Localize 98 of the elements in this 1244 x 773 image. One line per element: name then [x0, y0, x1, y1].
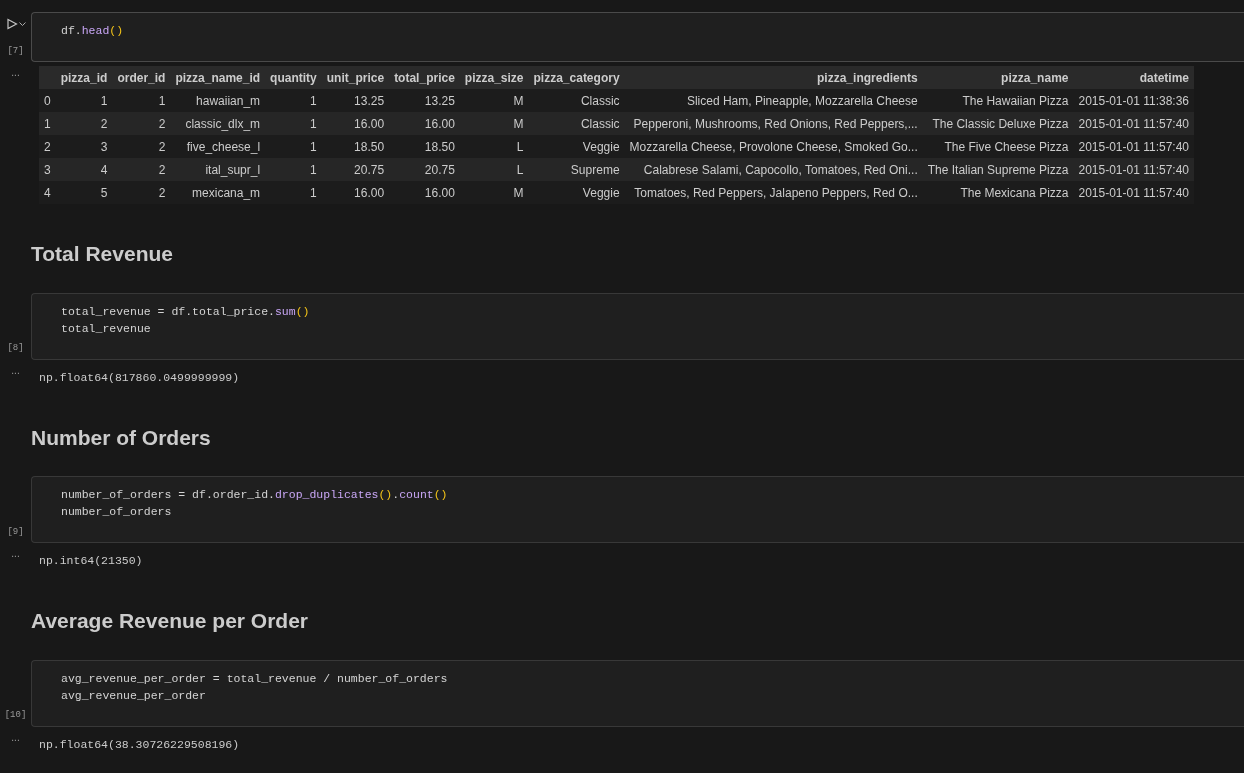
table-cell: 13.25: [321, 89, 390, 112]
chevron-down-icon[interactable]: [18, 21, 26, 27]
table-cell: The Classic Deluxe Pizza: [922, 112, 1074, 135]
table-cell: M: [459, 181, 529, 204]
table-cell: 2015-01-01 11:57:40: [1073, 135, 1194, 158]
output-marker[interactable]: ...: [11, 547, 20, 571]
table-cell: 1: [112, 89, 171, 112]
column-header: quantity: [265, 66, 322, 89]
table-cell: 2015-01-01 11:57:40: [1073, 181, 1194, 204]
table-cell: L: [459, 135, 529, 158]
table-cell: The Five Cheese Pizza: [922, 135, 1074, 158]
table-cell: 2: [112, 158, 171, 181]
table-cell: 1: [265, 112, 322, 135]
code-cell[interactable]: total_revenue = df.total_price.sum() total_revenue: [31, 292, 1244, 360]
table-cell: L: [459, 158, 529, 181]
column-header: pizza_size: [459, 66, 529, 89]
table-cell: 1: [265, 158, 322, 181]
column-header: total_price: [389, 66, 460, 89]
execution-count: [9]: [7, 525, 24, 539]
table-cell: The Italian Supreme Pizza: [922, 158, 1074, 181]
table-cell: The Mexicana Pizza: [922, 181, 1074, 204]
section-heading: Number of Orders: [31, 424, 212, 451]
table-cell: 20.75: [389, 158, 460, 181]
table-cell: 2015-01-01 11:57:40: [1073, 112, 1194, 135]
row-index: 1: [39, 112, 56, 135]
section-heading: Total Revenue: [31, 241, 174, 267]
execution-count: [7]: [7, 44, 24, 58]
table-cell: The Hawaiian Pizza: [922, 89, 1074, 112]
table-cell: 3: [55, 135, 113, 158]
column-header: order_id: [112, 66, 171, 89]
table-cell: 5: [55, 181, 113, 204]
code-line: number_of_orders = df.order_id.drop_duplicates().count(): [61, 487, 449, 503]
table-cell: classic_dlx_m: [170, 112, 266, 135]
column-header: pizza_name_id: [170, 66, 266, 89]
code-line: number_of_orders: [61, 504, 173, 520]
execution-count: [8]: [7, 342, 24, 355]
table-cell: 4: [55, 158, 113, 181]
column-header: pizza_category: [528, 66, 625, 89]
table-cell: 2015-01-01 11:38:36: [1073, 89, 1194, 112]
table-cell: 16.00: [321, 112, 390, 135]
table-cell: 13.25: [389, 89, 460, 112]
table-cell: Classic: [528, 112, 625, 135]
code-cell[interactable]: avg_revenue_per_order = total_revenue / number_of_orders avg_revenue_per_order: [31, 659, 1244, 727]
column-header: unit_price: [321, 66, 390, 89]
row-index: 0: [39, 89, 56, 112]
table-cell: 2: [112, 181, 171, 204]
table-cell: Classic: [528, 89, 625, 112]
output-text: np.int64(21350): [39, 554, 143, 567]
table-cell: 2015-01-01 11:57:40: [1073, 158, 1194, 181]
table-cell: 1: [265, 181, 322, 204]
column-header: pizza_id: [55, 66, 113, 89]
table-cell: 1: [265, 89, 322, 112]
column-header: pizza_name: [922, 66, 1074, 89]
table-cell: ital_supr_l: [170, 158, 266, 181]
code-line: avg_revenue_per_order: [61, 687, 207, 704]
table-cell: Veggie: [528, 135, 625, 158]
run-icon[interactable]: [5, 18, 18, 30]
table-cell: 18.50: [321, 135, 390, 158]
code-cell[interactable]: df.head(): [31, 12, 1244, 62]
table-cell: five_cheese_l: [170, 135, 266, 158]
code-cell[interactable]: number_of_orders = df.order_id.drop_duplicates().count() number_of_orders: [31, 476, 1244, 543]
table-cell: 1: [55, 89, 113, 112]
table-cell: 16.00: [321, 181, 390, 204]
table-cell: Mozzarella Cheese, Provolone Cheese, Smoked Go...: [624, 135, 923, 158]
column-header: pizza_ingredients: [624, 66, 923, 89]
code-line: total_revenue: [61, 320, 152, 337]
output-marker[interactable]: ...: [11, 66, 20, 204]
execution-count: [10]: [4, 709, 27, 722]
column-header: datetime: [1073, 66, 1194, 89]
code-line: df.head(): [61, 23, 125, 39]
output-marker[interactable]: ...: [11, 730, 20, 755]
row-index: 2: [39, 135, 56, 158]
table-cell: Tomatoes, Red Peppers, Jalapeno Peppers, Red O...: [624, 181, 923, 204]
row-index: 3: [39, 158, 56, 181]
table-cell: M: [459, 89, 529, 112]
table-cell: 16.00: [389, 112, 460, 135]
row-index: 4: [39, 181, 56, 204]
output-marker[interactable]: ...: [11, 363, 20, 388]
table-cell: 2: [112, 112, 171, 135]
table-cell: Pepperoni, Mushrooms, Red Onions, Red Peppers,...: [624, 112, 923, 135]
table-cell: 20.75: [321, 158, 390, 181]
table-cell: mexicana_m: [170, 181, 266, 204]
output-text: np.float64(38.30726229508196): [39, 737, 240, 751]
output-text: np.float64(817860.0499999999): [39, 370, 240, 384]
table-cell: Veggie: [528, 181, 625, 204]
table-cell: M: [459, 112, 529, 135]
table-cell: 18.50: [389, 135, 460, 158]
table-cell: 1: [265, 135, 322, 158]
table-cell: hawaiian_m: [170, 89, 266, 112]
table-cell: 2: [112, 135, 171, 158]
section-heading: Average Revenue per Order: [31, 608, 309, 634]
table-cell: 2: [55, 112, 113, 135]
table-cell: 16.00: [389, 181, 460, 204]
code-line: total_revenue = df.total_price.sum(): [61, 303, 311, 320]
table-cell: Sliced Ham, Pineapple, Mozzarella Cheese: [624, 89, 923, 112]
table-cell: Calabrese Salami, Capocollo, Tomatoes, Red Oni...: [624, 158, 923, 181]
code-line: avg_revenue_per_order = total_revenue / number_of_orders: [61, 670, 449, 687]
table-cell: Supreme: [528, 158, 625, 181]
